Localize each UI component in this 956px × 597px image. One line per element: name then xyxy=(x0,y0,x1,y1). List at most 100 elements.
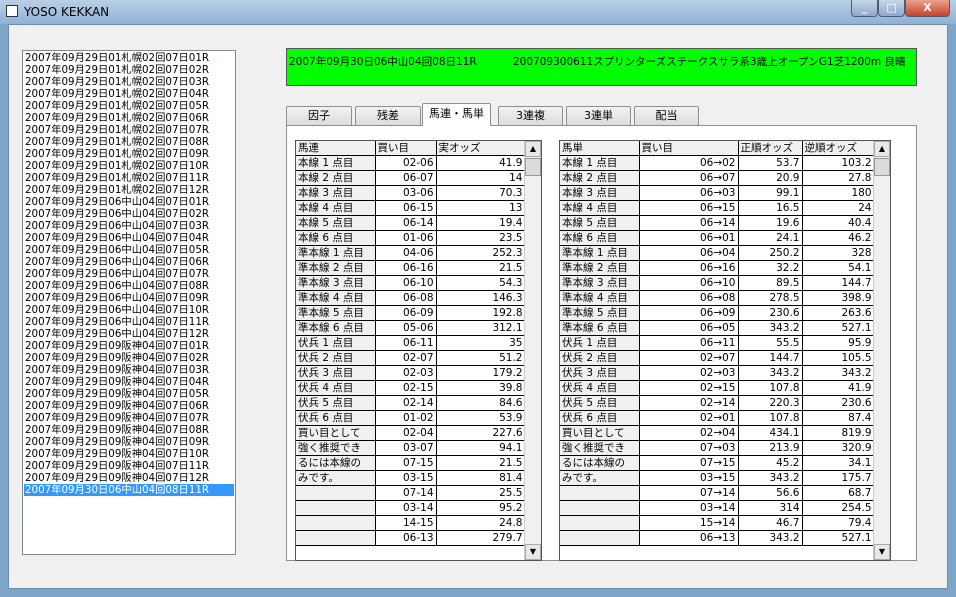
race-list-item[interactable]: 2007年09月29日01札幌02回07日08R xyxy=(24,136,234,148)
table-row[interactable]: みです。 03-15 81.4 xyxy=(296,470,526,486)
maximize-button[interactable]: □ xyxy=(878,0,905,17)
table-row[interactable]: 伏兵 5 点目 02→14 220.3 230.6 xyxy=(560,395,875,411)
tab-1[interactable]: 残差 xyxy=(355,106,421,125)
table-row[interactable]: 伏兵 5 点目 02-14 84.6 xyxy=(296,395,526,411)
tab-2[interactable]: 馬連・馬単 xyxy=(422,103,491,126)
table-row[interactable]: 07→14 56.6 68.7 xyxy=(560,485,875,501)
table-row[interactable]: 本線 6 点目 06→01 24.1 46.2 xyxy=(560,230,875,246)
race-list-item[interactable]: 2007年09月29日01札幌02回07日01R xyxy=(24,52,234,64)
scroll-up-icon[interactable]: ▲ xyxy=(525,141,541,157)
table-row[interactable]: 03-14 95.2 xyxy=(296,500,526,516)
race-list-item[interactable]: 2007年09月29日09阪神04回07日05R xyxy=(24,388,234,400)
table-row[interactable]: 伏兵 3 点目 02→03 343.2 343.2 xyxy=(560,365,875,381)
table-row[interactable]: 準本線 6 点目 06→05 343.2 527.1 xyxy=(560,320,875,336)
race-list-item[interactable]: 2007年09月29日06中山04回07日01R xyxy=(24,196,234,208)
table-row[interactable]: 買い目として 02→04 434.1 819.9 xyxy=(560,425,875,441)
table-row[interactable]: 準本線 6 点目 05-06 312.1 xyxy=(296,320,526,336)
race-list-item[interactable]: 2007年09月29日01札幌02回07日12R xyxy=(24,184,234,196)
scroll-down-icon[interactable]: ▼ xyxy=(874,544,890,560)
table-row[interactable]: 本線 1 点目 02-06 41.9 xyxy=(296,155,526,171)
umatan-grid[interactable]: 馬単 買い目 正順オッズ 逆順オッズ 本線 1 点目 06→02 53.7 103.2 本線 … xyxy=(559,140,891,561)
race-list-item[interactable]: 2007年09月29日01札幌02回07日02R xyxy=(24,64,234,76)
scroll-down-icon[interactable]: ▼ xyxy=(525,544,541,560)
race-list-item[interactable]: 2007年09月29日09阪神04回07日12R xyxy=(24,472,234,484)
table-row[interactable]: 15→14 46.7 79.4 xyxy=(560,515,875,531)
table-row[interactable]: 伏兵 4 点目 02-15 39.8 xyxy=(296,380,526,396)
table-row[interactable]: 準本線 3 点目 06-10 54.3 xyxy=(296,275,526,291)
table-row[interactable]: 本線 5 点目 06-14 19.4 xyxy=(296,215,526,231)
table-row[interactable]: 07-14 25.5 xyxy=(296,485,526,501)
table-row[interactable]: 強く推奨でき 07→03 213.9 320.9 xyxy=(560,440,875,456)
table-row[interactable]: 本線 2 点目 06-07 14 xyxy=(296,170,526,186)
race-list-item[interactable]: 2007年09月29日09阪神04回07日04R xyxy=(24,376,234,388)
tab-4[interactable]: 3連単 xyxy=(566,106,631,125)
table-row[interactable]: 準本線 2 点目 06→16 32.2 54.1 xyxy=(560,260,875,276)
table-row[interactable]: 伏兵 6 点目 01-02 53.9 xyxy=(296,410,526,426)
table-row[interactable]: 本線 2 点目 06→07 20.9 27.8 xyxy=(560,170,875,186)
race-list-item[interactable]: 2007年09月29日06中山04回07日08R xyxy=(24,280,234,292)
table-row[interactable]: 本線 4 点目 06→15 16.5 24 xyxy=(560,200,875,216)
race-list-item[interactable]: 2007年09月29日06中山04回07日04R xyxy=(24,232,234,244)
race-list-item[interactable]: 2007年09月29日01札幌02回07日11R xyxy=(24,172,234,184)
table-row[interactable]: 準本線 1 点目 04-06 252.3 xyxy=(296,245,526,261)
table-row[interactable]: 買い目として 02-04 227.6 xyxy=(296,425,526,441)
table-row[interactable]: 伏兵 4 点目 02→15 107.8 41.9 xyxy=(560,380,875,396)
table-row[interactable]: 伏兵 2 点目 02-07 51.2 xyxy=(296,350,526,366)
race-list-item[interactable]: 2007年09月29日09阪神04回07日02R xyxy=(24,352,234,364)
table-row[interactable]: 伏兵 3 点目 02-03 179.2 xyxy=(296,365,526,381)
race-list-item[interactable]: 2007年09月29日01札幌02回07日03R xyxy=(24,76,234,88)
table-row[interactable]: 本線 4 点目 06-15 13 xyxy=(296,200,526,216)
tab-3[interactable]: 3連複 xyxy=(498,106,563,125)
race-list-item[interactable]: 2007年09月29日09阪神04回07日10R xyxy=(24,448,234,460)
table-row[interactable]: 伏兵 2 点目 02→07 144.7 105.5 xyxy=(560,350,875,366)
table-row[interactable]: 本線 6 点目 01-06 23.5 xyxy=(296,230,526,246)
race-list-item[interactable]: 2007年09月29日06中山04回07日02R xyxy=(24,208,234,220)
tab-0[interactable]: 因子 xyxy=(286,106,352,125)
table-row[interactable]: 準本線 5 点目 06→09 230.6 263.6 xyxy=(560,305,875,321)
table-row[interactable]: 本線 1 点目 06→02 53.7 103.2 xyxy=(560,155,875,171)
table-row[interactable]: るには本線の 07→15 45.2 34.1 xyxy=(560,455,875,471)
table-row[interactable]: 本線 3 点目 06→03 99.1 180 xyxy=(560,185,875,201)
race-list-item[interactable]: 2007年09月29日09阪神04回07日08R xyxy=(24,424,234,436)
table-row[interactable]: 14-15 24.8 xyxy=(296,515,526,531)
tab-5[interactable]: 配当 xyxy=(634,106,699,125)
table-row[interactable]: 準本線 4 点目 06→08 278.5 398.9 xyxy=(560,290,875,306)
close-button[interactable]: X xyxy=(905,0,950,17)
race-list-item[interactable]: 2007年09月29日06中山04回07日12R xyxy=(24,328,234,340)
umaren-scrollbar[interactable]: ▲ ▼ xyxy=(524,141,541,560)
table-row[interactable]: 06→13 343.2 527.1 xyxy=(560,530,875,546)
race-list-item[interactable]: 2007年09月29日01札幌02回07日06R xyxy=(24,112,234,124)
race-list-item[interactable]: 2007年09月29日09阪神04回07日11R xyxy=(24,460,234,472)
table-row[interactable]: 準本線 4 点目 06-08 146.3 xyxy=(296,290,526,306)
table-row[interactable]: 本線 3 点目 03-06 70.3 xyxy=(296,185,526,201)
race-list-item[interactable]: 2007年09月29日01札幌02回07日09R xyxy=(24,148,234,160)
race-list-item[interactable]: 2007年09月29日09阪神04回07日01R xyxy=(24,340,234,352)
table-row[interactable]: 準本線 1 点目 06→04 250.2 328 xyxy=(560,245,875,261)
minimize-button[interactable]: _ xyxy=(851,0,878,17)
table-row[interactable]: 準本線 2 点目 06-16 21.5 xyxy=(296,260,526,276)
race-list-item[interactable]: 2007年09月29日06中山04回07日03R xyxy=(24,220,234,232)
scroll-thumb[interactable] xyxy=(525,158,541,176)
race-list-item[interactable]: 2007年09月29日01札幌02回07日07R xyxy=(24,124,234,136)
race-list-item[interactable]: 2007年09月29日01札幌02回07日04R xyxy=(24,88,234,100)
table-row[interactable]: 準本線 5 点目 06-09 192.8 xyxy=(296,305,526,321)
table-row[interactable]: みです。 03→15 343.2 175.7 xyxy=(560,470,875,486)
race-list-item[interactable]: 2007年09月29日09阪神04回07日07R xyxy=(24,412,234,424)
table-row[interactable]: 伏兵 6 点目 02→01 107.8 87.4 xyxy=(560,410,875,426)
table-row[interactable]: 本線 5 点目 06→14 19.6 40.4 xyxy=(560,215,875,231)
race-list[interactable]: 2007年09月29日01札幌02回07日01R 2007年09月29日01札幌0… xyxy=(22,50,236,555)
race-list-item[interactable]: 2007年09月29日01札幌02回07日10R xyxy=(24,160,234,172)
table-row[interactable]: 強く推奨でき 03-07 94.1 xyxy=(296,440,526,456)
table-row[interactable]: るには本線の 07-15 21.5 xyxy=(296,455,526,471)
race-list-item[interactable]: 2007年09月29日06中山04回07日07R xyxy=(24,268,234,280)
table-row[interactable]: 06-13 279.7 xyxy=(296,530,526,546)
table-row[interactable]: 準本線 3 点目 06→10 89.5 144.7 xyxy=(560,275,875,291)
race-list-item[interactable]: 2007年09月29日06中山04回07日05R xyxy=(24,244,234,256)
umaren-grid[interactable]: 馬連 買い目 実オッズ 本線 1 点目 02-06 41.9 本線 2 点目 06-07 14… xyxy=(295,140,542,561)
race-list-item[interactable]: 2007年09月29日09阪神04回07日06R xyxy=(24,400,234,412)
table-row[interactable]: 03→14 314 254.5 xyxy=(560,500,875,516)
race-list-item[interactable]: 2007年09月29日06中山04回07日06R xyxy=(24,256,234,268)
umatan-scrollbar[interactable]: ▲ ▼ xyxy=(873,141,890,560)
race-list-item[interactable]: 2007年09月29日09阪神04回07日09R xyxy=(24,436,234,448)
race-list-item[interactable]: 2007年09月29日06中山04回07日10R xyxy=(24,304,234,316)
